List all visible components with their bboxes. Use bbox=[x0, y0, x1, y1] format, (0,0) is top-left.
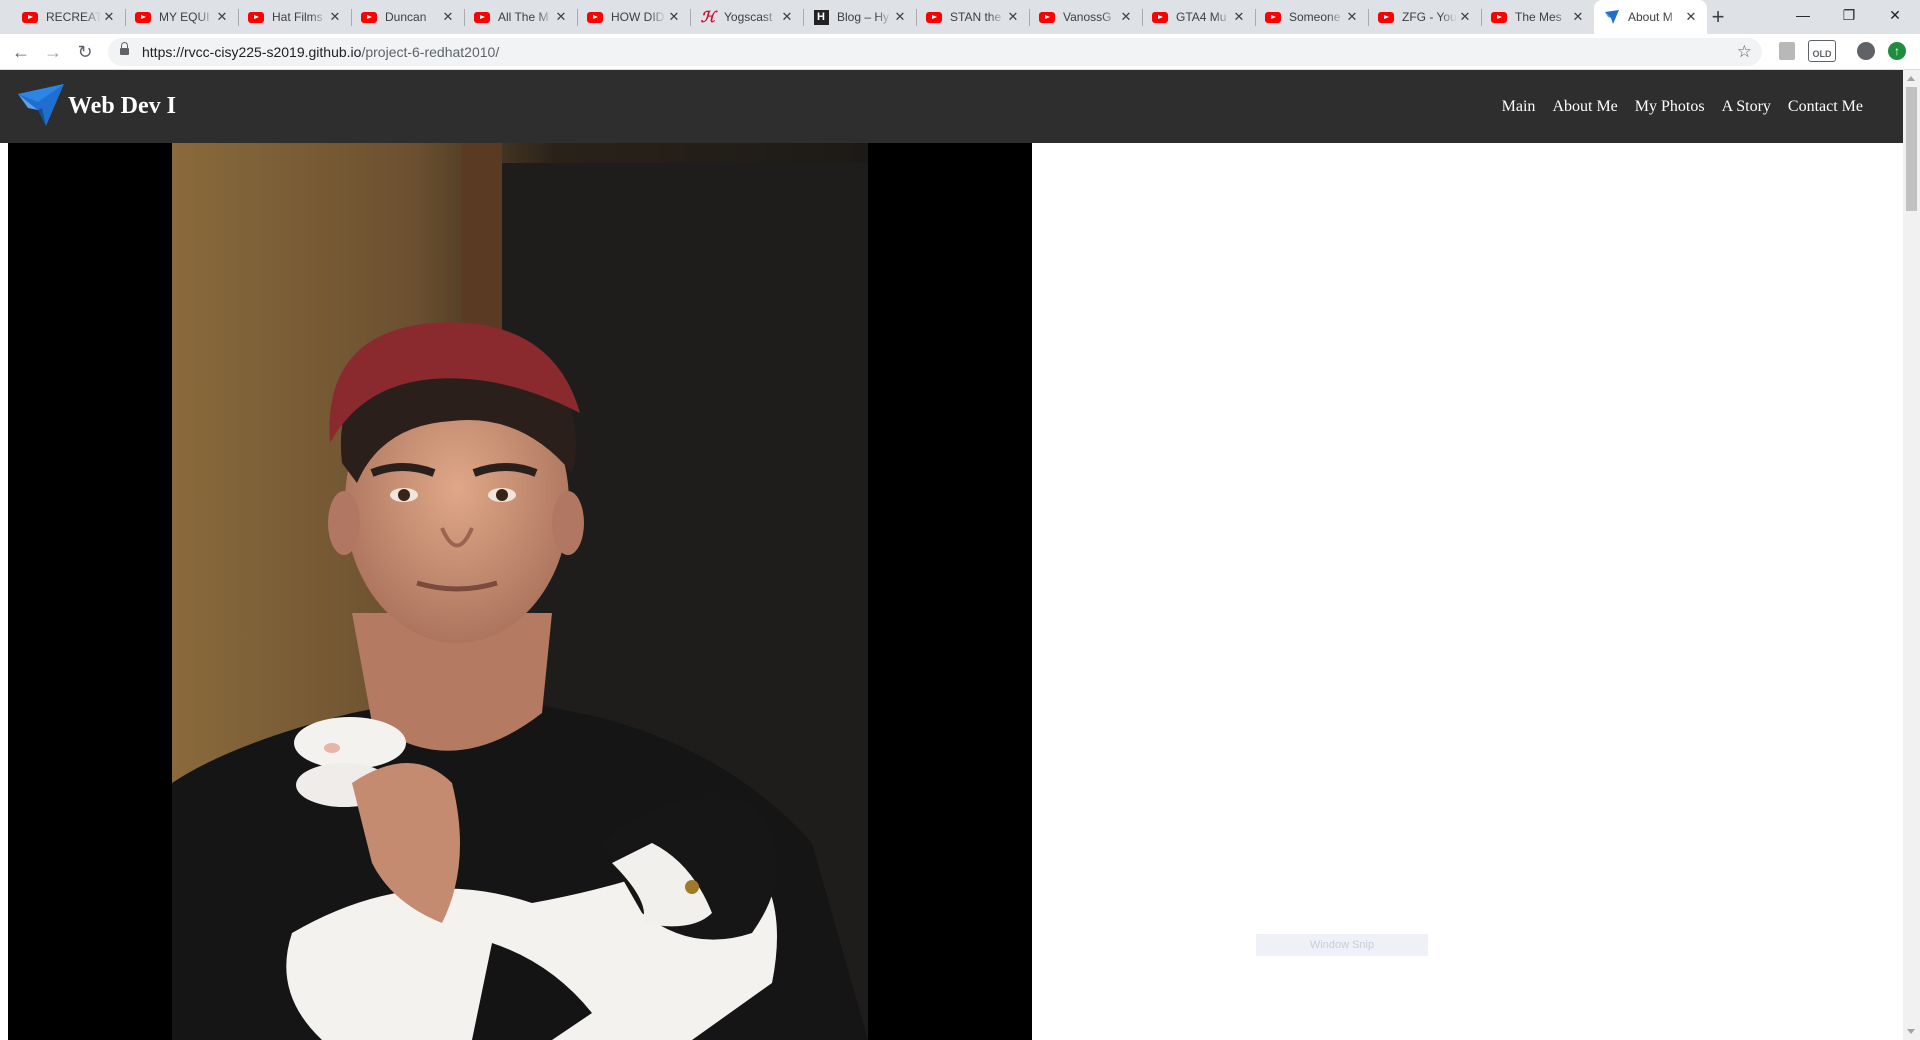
reload-button[interactable]: ↻ bbox=[73, 40, 97, 64]
update-icon[interactable]: ↑ bbox=[1888, 42, 1906, 60]
close-icon[interactable]: ✕ bbox=[214, 9, 230, 25]
close-icon[interactable]: ✕ bbox=[327, 9, 343, 25]
tab-title: VanossG bbox=[1063, 10, 1112, 24]
nav-link-my-photos[interactable]: My Photos bbox=[1635, 98, 1705, 116]
scroll-thumb[interactable] bbox=[1906, 87, 1917, 211]
tab-title: Blog – Hy bbox=[837, 10, 890, 24]
close-icon[interactable]: ✕ bbox=[1570, 9, 1586, 25]
restore-button[interactable]: ❐ bbox=[1826, 0, 1872, 30]
close-icon[interactable]: ✕ bbox=[1005, 9, 1021, 25]
bird-logo-icon bbox=[1604, 9, 1620, 25]
tab[interactable]: GTA4 Mu ✕ bbox=[1142, 0, 1255, 34]
scroll-down-arrow-icon[interactable] bbox=[1907, 1029, 1915, 1034]
tab-title: MY EQUI bbox=[159, 10, 210, 24]
youtube-icon bbox=[361, 9, 377, 25]
youtube-icon bbox=[1378, 9, 1394, 25]
youtube-icon bbox=[22, 9, 38, 25]
forward-button[interactable]: → bbox=[41, 40, 65, 64]
youtube-icon bbox=[1491, 9, 1507, 25]
blog-icon: H bbox=[813, 9, 829, 25]
window-snip-overlay: Window Snip bbox=[1256, 934, 1428, 956]
nav-link-about-me[interactable]: About Me bbox=[1552, 98, 1617, 116]
close-window-button[interactable]: ✕ bbox=[1872, 0, 1918, 30]
page-content: Window Snip bbox=[0, 143, 1903, 1040]
tab[interactable]: All The M ✕ bbox=[464, 0, 577, 34]
page-scrollbar[interactable] bbox=[1903, 70, 1920, 1040]
tab-title: STAN the bbox=[950, 10, 1002, 24]
address-bar[interactable]: https://rvcc-cisy225-s2019.github.io/pro… bbox=[108, 38, 1762, 66]
tab-title: All The M bbox=[498, 10, 549, 24]
nav-link-a-story[interactable]: A Story bbox=[1722, 98, 1771, 116]
bookmark-star-icon[interactable]: ☆ bbox=[1737, 38, 1752, 66]
tab-list: RECREATI ✕ MY EQUI ✕ Hat Films ✕ Duncan … bbox=[12, 0, 1707, 34]
tab-title: Duncan bbox=[385, 10, 427, 24]
browser-tab-strip: RECREATI ✕ MY EQUI ✕ Hat Films ✕ Duncan … bbox=[0, 0, 1920, 34]
youtube-icon bbox=[587, 9, 603, 25]
youtube-icon bbox=[1265, 9, 1281, 25]
browser-toolbar: ← → ↻ https://rvcc-cisy225-s2019.github.… bbox=[0, 34, 1920, 70]
close-icon[interactable]: ✕ bbox=[1118, 9, 1134, 25]
close-icon[interactable]: ✕ bbox=[666, 9, 682, 25]
scroll-up-arrow-icon[interactable] bbox=[1907, 76, 1915, 81]
tab-title: Hat Films bbox=[272, 10, 323, 24]
tab[interactable]: ℋ Yogscast ✕ bbox=[690, 0, 803, 34]
tab[interactable]: HOW DID ✕ bbox=[577, 0, 690, 34]
close-icon[interactable]: ✕ bbox=[1457, 9, 1473, 25]
close-icon[interactable]: ✕ bbox=[1683, 9, 1699, 25]
tab-title: About M bbox=[1628, 10, 1673, 24]
nav-link-contact-me[interactable]: Contact Me bbox=[1788, 98, 1863, 116]
h-logo-icon: ℋ bbox=[700, 8, 716, 26]
tab-title: HOW DID bbox=[611, 10, 665, 24]
youtube-icon bbox=[474, 9, 490, 25]
tab-title: Yogscast bbox=[724, 10, 773, 24]
close-icon[interactable]: ✕ bbox=[779, 9, 795, 25]
tab[interactable]: RECREATI ✕ bbox=[12, 0, 125, 34]
tab[interactable]: MY EQUI ✕ bbox=[125, 0, 238, 34]
close-icon[interactable]: ✕ bbox=[553, 9, 569, 25]
tab[interactable]: H Blog – Hy ✕ bbox=[803, 0, 916, 34]
tab[interactable]: Hat Films ✕ bbox=[238, 0, 351, 34]
site-nav: Main About Me My Photos A Story Contact … bbox=[1485, 70, 1863, 143]
close-icon[interactable]: ✕ bbox=[101, 9, 117, 25]
account-icon[interactable] bbox=[1857, 42, 1875, 60]
youtube-icon bbox=[1039, 9, 1055, 25]
bird-logo-icon bbox=[18, 84, 64, 126]
photo-frame bbox=[8, 143, 1032, 1040]
back-button[interactable]: ← bbox=[9, 40, 33, 64]
site-header: Web Dev I Main About Me My Photos A Stor… bbox=[0, 70, 1903, 143]
youtube-icon bbox=[135, 9, 151, 25]
tab-title: Someone bbox=[1289, 10, 1341, 24]
close-icon[interactable]: ✕ bbox=[1344, 9, 1360, 25]
tab[interactable]: ZFG - You ✕ bbox=[1368, 0, 1481, 34]
youtube-icon bbox=[248, 9, 264, 25]
site-brand[interactable]: Web Dev I bbox=[68, 70, 176, 143]
close-icon[interactable]: ✕ bbox=[1231, 9, 1247, 25]
lock-icon bbox=[120, 42, 129, 57]
tab[interactable]: STAN the ✕ bbox=[916, 0, 1029, 34]
youtube-icon bbox=[926, 9, 942, 25]
old-extension-icon[interactable]: OLD bbox=[1808, 40, 1836, 62]
tab[interactable]: VanossG ✕ bbox=[1029, 0, 1142, 34]
tab-title: The Mes bbox=[1515, 10, 1562, 24]
youtube-icon bbox=[1152, 9, 1168, 25]
tab[interactable]: The Mes ✕ bbox=[1481, 0, 1594, 34]
tab[interactable]: Duncan ✕ bbox=[351, 0, 464, 34]
nav-link-main[interactable]: Main bbox=[1502, 98, 1536, 116]
close-icon[interactable]: ✕ bbox=[892, 9, 908, 25]
profile-photo bbox=[172, 143, 868, 1040]
tab-title: GTA4 Mu bbox=[1176, 10, 1227, 24]
url-text[interactable]: https://rvcc-cisy225-s2019.github.io/pro… bbox=[142, 38, 499, 66]
tab-title: ZFG - You bbox=[1402, 10, 1457, 24]
tab-active[interactable]: About M ✕ bbox=[1594, 0, 1707, 34]
tab[interactable]: Someone ✕ bbox=[1255, 0, 1368, 34]
new-tab-button[interactable]: + bbox=[1706, 5, 1730, 29]
tab-title: RECREATI bbox=[46, 10, 101, 24]
pdf-extension-icon[interactable] bbox=[1779, 42, 1795, 60]
minimize-button[interactable]: — bbox=[1780, 0, 1826, 30]
close-icon[interactable]: ✕ bbox=[440, 9, 456, 25]
